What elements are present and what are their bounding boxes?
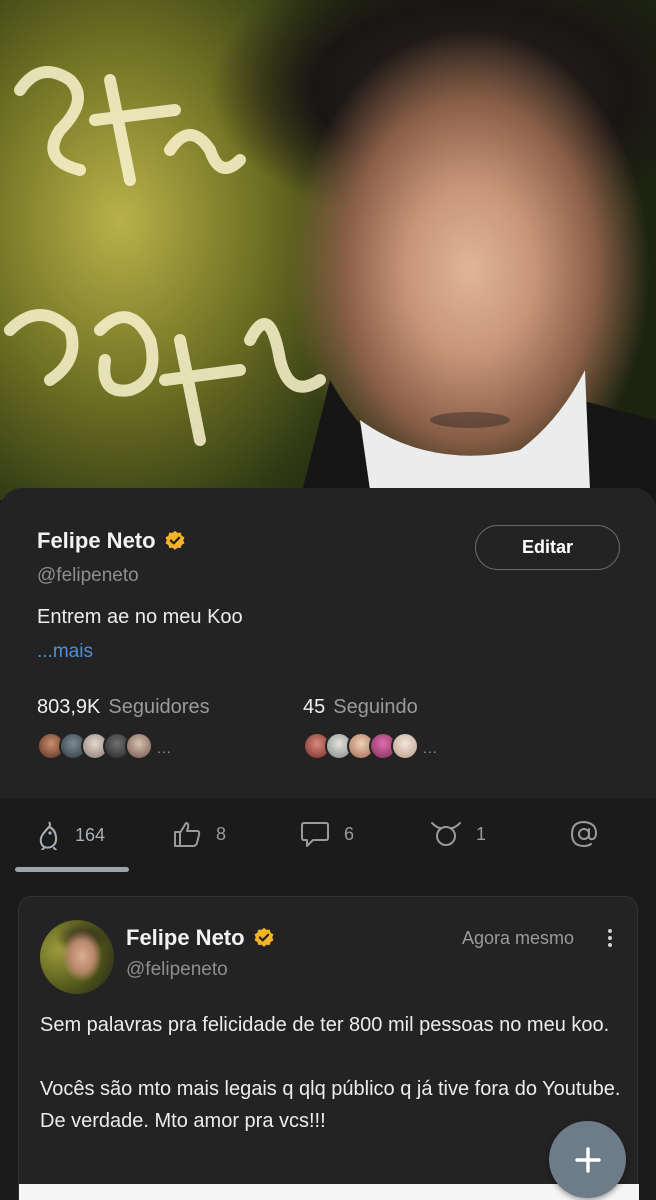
tab-rekoos[interactable]: 1 <box>430 820 486 848</box>
avatar <box>391 732 419 760</box>
profile-handle: @felipeneto <box>37 565 139 586</box>
thumbs-up-icon <box>172 820 202 848</box>
post-author-name[interactable]: Felipe Neto <box>126 925 245 951</box>
avatar <box>125 732 153 760</box>
post-media-preview[interactable] <box>19 1184 639 1200</box>
profile-name: Felipe Neto <box>37 528 156 553</box>
post-author-handle: @felipeneto <box>126 959 228 980</box>
following-avatars-more: ... <box>423 740 438 756</box>
tab-likes[interactable]: 8 <box>172 820 226 848</box>
tab-koos[interactable]: 164 <box>37 820 105 850</box>
edit-profile-button[interactable]: Editar <box>475 525 620 570</box>
followers-avatars[interactable]: ... <box>37 732 172 760</box>
post-author-row: Felipe Neto <box>126 925 275 951</box>
followers-label: Seguidores <box>108 696 210 718</box>
post-author-avatar[interactable] <box>40 920 114 994</box>
profile-card: Felipe Neto @felipeneto Entrem ae no meu… <box>0 488 656 798</box>
rekoo-icon <box>430 820 462 848</box>
koo-bird-icon <box>37 820 61 850</box>
tab-active-indicator <box>15 867 129 872</box>
post-paragraph: Sem palavras pra felicidade de ter 800 m… <box>40 1014 610 1036</box>
tab-comments[interactable]: 6 <box>300 820 354 848</box>
followers-avatars-more: ... <box>157 740 172 756</box>
following-stat[interactable]: 45 Seguindo <box>303 696 418 719</box>
post-body: Sem palavras pra felicidade de ter 800 m… <box>40 1009 625 1169</box>
tab-mentions[interactable] <box>570 820 598 848</box>
comment-icon <box>300 820 330 848</box>
mention-icon <box>570 820 598 848</box>
following-avatars[interactable]: ... <box>303 732 438 760</box>
create-post-button[interactable] <box>549 1121 626 1198</box>
cover-photo <box>0 0 656 500</box>
tab-likes-count: 8 <box>216 823 227 844</box>
profile-bio: Entrem ae no meu Koo <box>37 606 243 628</box>
bio-more-link[interactable]: ...mais <box>37 641 93 663</box>
verified-badge-icon <box>253 927 275 949</box>
following-count: 45 <box>303 696 326 718</box>
following-label: Seguindo <box>333 696 418 718</box>
verified-badge-icon <box>164 530 186 552</box>
tab-koos-count: 164 <box>75 824 106 845</box>
profile-tabs: 164 8 6 1 <box>0 798 656 878</box>
tab-rekoos-count: 1 <box>476 823 487 844</box>
plus-icon <box>574 1146 601 1173</box>
post-card[interactable]: Felipe Neto @felipeneto Agora mesmo Sem … <box>18 896 639 1200</box>
more-options-icon[interactable] <box>605 927 615 949</box>
followers-count: 803,9K <box>37 696 101 718</box>
post-paragraph: Vocês são mto mais legais q qlq público … <box>40 1078 621 1132</box>
tab-comments-count: 6 <box>344 823 355 844</box>
cover-neon-sign <box>4 66 656 500</box>
profile-name-row: Felipe Neto <box>37 528 186 554</box>
post-timestamp: Agora mesmo <box>462 928 575 948</box>
followers-stat[interactable]: 803,9K Seguidores <box>37 696 210 719</box>
